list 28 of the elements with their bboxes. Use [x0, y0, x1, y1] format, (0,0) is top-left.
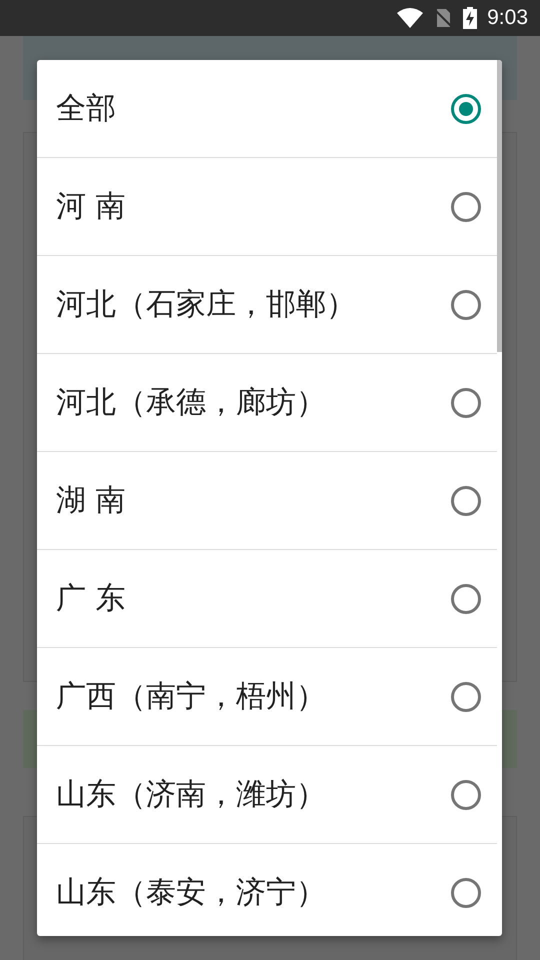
radio-button[interactable]: [451, 780, 481, 810]
option-row[interactable]: 山东（济南，潍坊）: [37, 746, 497, 844]
radio-button[interactable]: [451, 682, 481, 712]
radio-button[interactable]: [451, 878, 481, 908]
radio-button[interactable]: [451, 94, 481, 124]
option-row[interactable]: 山东（泰安，济宁）: [37, 844, 497, 936]
option-label: 河北（承德，廊坊）: [56, 384, 326, 422]
radio-button[interactable]: [451, 584, 481, 614]
status-time: 9:03: [487, 6, 528, 30]
option-row[interactable]: 湖 南: [37, 452, 497, 550]
option-label: 山东（泰安，济宁）: [56, 874, 326, 912]
option-row[interactable]: 广西（南宁，梧州）: [37, 648, 497, 746]
radio-button[interactable]: [451, 388, 481, 418]
option-label: 湖 南: [56, 482, 126, 520]
option-row[interactable]: 广 东: [37, 550, 497, 648]
wifi-icon: [397, 8, 424, 28]
option-label: 河 南: [56, 188, 126, 226]
option-label: 山东（济南，潍坊）: [56, 776, 326, 814]
battery-charging-icon: [463, 7, 478, 29]
radio-button[interactable]: [451, 192, 481, 222]
radio-button[interactable]: [451, 290, 481, 320]
option-label: 广西（南宁，梧州）: [56, 678, 326, 716]
option-label: 全部: [56, 90, 116, 128]
radio-button[interactable]: [451, 486, 481, 516]
option-label: 广 东: [56, 580, 126, 618]
option-label: 河北（石家庄，邯郸）: [56, 286, 356, 324]
option-row[interactable]: 河北（承德，廊坊）: [37, 354, 497, 452]
scrollbar[interactable]: [497, 60, 502, 352]
